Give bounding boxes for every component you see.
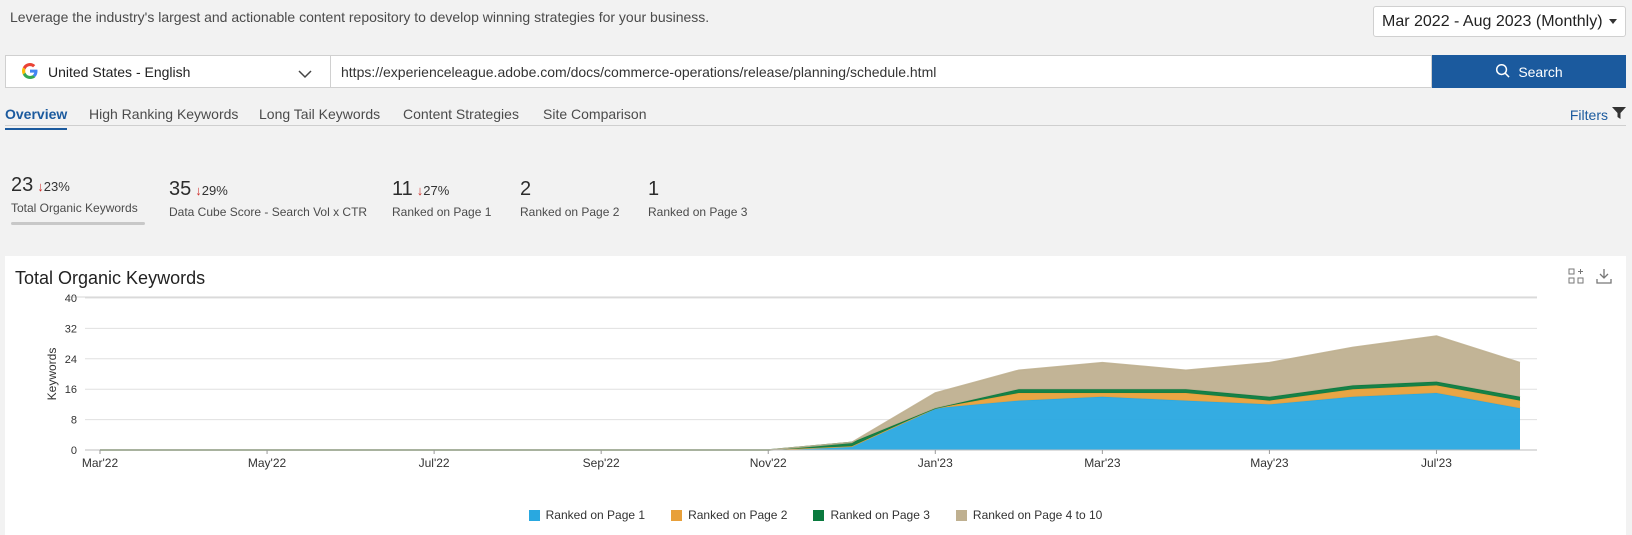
stat-label: Ranked on Page 1 (392, 205, 492, 219)
stat-total-organic-keywords[interactable]: 23 ↓23% Total Organic Keywords (11, 174, 145, 225)
stat-data-cube-score[interactable]: 35 ↓29% Data Cube Score - Search Vol x CT… (169, 178, 367, 219)
chart-card: Total Organic Keywords 0 8 16 24 32 40 Keyword… (5, 256, 1626, 535)
stat-ranked-page-3[interactable]: 1 Ranked on Page 3 (648, 178, 747, 219)
stat-delta: ↓29% (195, 183, 228, 198)
locale-value: United States - English (48, 63, 191, 80)
filters-button[interactable]: Filters (1570, 106, 1626, 123)
legend-label: Ranked on Page 1 (545, 508, 646, 522)
legend-label: Ranked on Page 2 (688, 508, 788, 522)
legend-label: Ranked on Page 4 to 10 (972, 508, 1103, 522)
x-tick-label: Nov'22 (750, 456, 787, 470)
legend-swatch (671, 509, 683, 521)
y-tick-label: 40 (65, 293, 77, 305)
tab-overview[interactable]: Overview (5, 106, 68, 130)
stat-value: 2 (520, 178, 532, 200)
caret-down-icon (1609, 19, 1617, 24)
y-axis-label: Keywords (45, 348, 59, 401)
legend-swatch (813, 509, 825, 521)
google-icon (22, 62, 40, 81)
filters-label: Filters (1569, 106, 1608, 123)
x-tick-label: Mar'22 (82, 456, 119, 470)
x-tick-label: Jul'22 (419, 456, 450, 470)
x-tick-label: May'23 (1250, 456, 1289, 470)
stat-delta: ↓27% (416, 183, 450, 198)
stat-label: Ranked on Page 3 (648, 205, 748, 219)
y-tick-label: 24 (65, 354, 77, 366)
y-tick-label: 32 (65, 323, 77, 335)
date-range-select[interactable]: Mar 2022 - Aug 2023 (Monthly) (1373, 6, 1626, 37)
legend-item[interactable]: Ranked on Page 3 (813, 508, 930, 522)
legend-item[interactable]: Ranked on Page 1 (528, 508, 646, 522)
stat-value: 1 (648, 178, 660, 200)
stacked-area-chart: 0 8 16 24 32 40 Keywords Mar'22 May'22 Jul'22 Sep'… (45, 293, 1537, 470)
search-bar: United States - English https://experien… (5, 55, 1626, 88)
x-tick-label: Jan'23 (918, 456, 953, 470)
legend-swatch (528, 509, 540, 521)
search-icon (1495, 63, 1510, 81)
url-value: https://experienceleague.adobe.com/docs/… (341, 63, 937, 80)
stat-ranked-page-2[interactable]: 2 Ranked on Page 2 (520, 178, 619, 219)
page-tagline: Leverage the industry's largest and acti… (10, 9, 710, 25)
y-tick-label: 8 (71, 415, 77, 427)
filter-icon (1612, 106, 1626, 123)
chart-legend: Ranked on Page 1 Ranked on Page 2 Ranked o… (5, 508, 1626, 522)
stat-label: Data Cube Score - Search Vol x CTR (169, 205, 368, 219)
stat-ranked-page-1[interactable]: 11 ↓27% Ranked on Page 1 (392, 178, 491, 219)
tab-long-tail-keywords[interactable]: Long Tail Keywords (259, 106, 380, 122)
url-input[interactable]: https://experienceleague.adobe.com/docs/… (331, 55, 1432, 88)
search-button-label: Search (1518, 63, 1563, 80)
search-button[interactable]: Search (1432, 55, 1626, 88)
x-tick-label: May'22 (248, 456, 287, 470)
stat-value: 11 (392, 178, 413, 200)
stat-delta: ↓23% (37, 179, 70, 194)
tab-bar: Overview High Ranking Keywords Long Tail… (5, 102, 1626, 130)
stat-label: Ranked on Page 2 (520, 205, 620, 219)
legend-item[interactable]: Ranked on Page 2 (671, 508, 787, 522)
tab-high-ranking-keywords[interactable]: High Ranking Keywords (89, 106, 238, 122)
legend-item[interactable]: Ranked on Page 4 to 10 (955, 508, 1103, 522)
tab-site-comparison[interactable]: Site Comparison (543, 106, 647, 122)
y-tick-label: 16 (65, 384, 77, 396)
x-tick-label: Sep'22 (583, 456, 620, 470)
legend-swatch (955, 509, 967, 521)
stat-label: Total Organic Keywords (11, 201, 138, 215)
stat-value: 23 (11, 174, 34, 196)
chevron-down-icon (298, 66, 312, 82)
locale-select[interactable]: United States - English (5, 55, 331, 88)
tab-content-strategies[interactable]: Content Strategies (403, 106, 519, 122)
x-tick-label: Mar'23 (1084, 456, 1121, 470)
x-tick-label: Jul'23 (1421, 456, 1452, 470)
stat-value: 35 (169, 178, 192, 200)
y-tick-label: 0 (71, 445, 77, 457)
legend-label: Ranked on Page 3 (830, 508, 930, 522)
date-range-value: Mar 2022 - Aug 2023 (Monthly) (1382, 12, 1603, 30)
